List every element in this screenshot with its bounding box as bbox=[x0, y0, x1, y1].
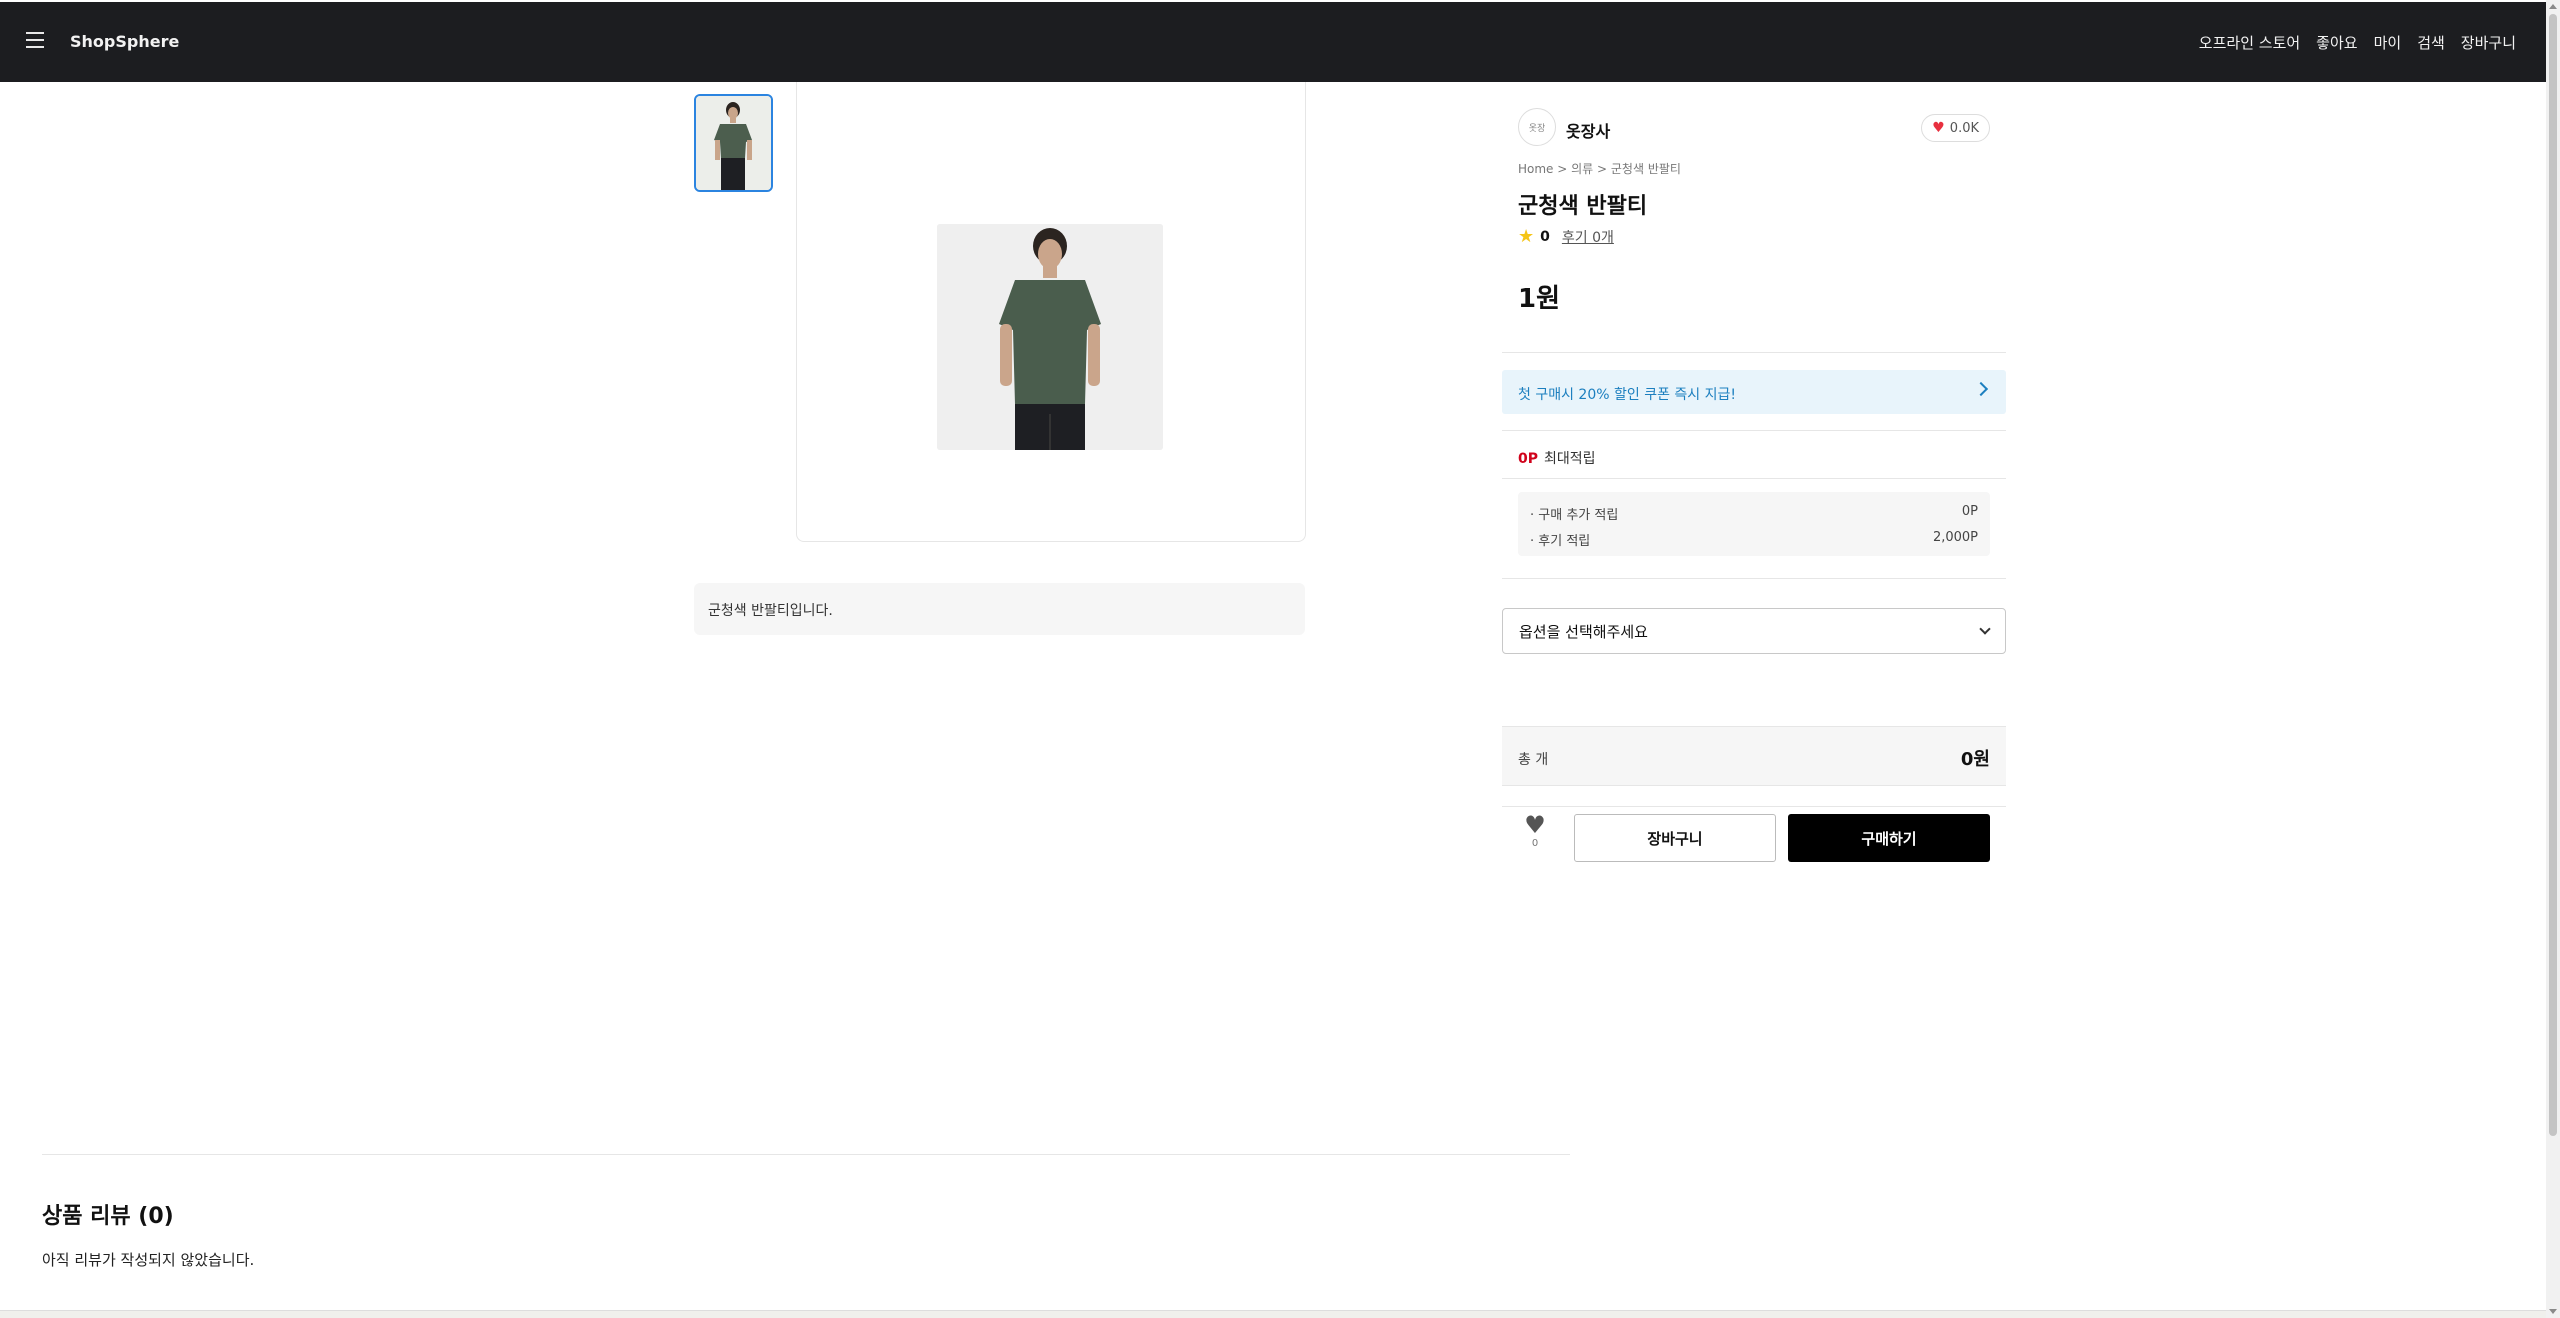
vertical-scrollbar[interactable] bbox=[2546, 0, 2560, 1318]
like-button[interactable]: ♥ 0.0K bbox=[1921, 114, 1990, 142]
coupon-banner[interactable]: 첫 구매시 20% 할인 쿠폰 즉시 지급! bbox=[1502, 370, 2006, 414]
star-icon: ★ bbox=[1518, 226, 1535, 247]
option-select[interactable]: 옵션을 선택해주세요 bbox=[1502, 608, 2006, 654]
points-label: · 후기 적립 bbox=[1530, 534, 1591, 549]
like-count: 0.0K bbox=[1949, 120, 1979, 136]
points-detail-box: · 구매 추가 적립 0P · 후기 적립 2,000P bbox=[1518, 492, 1990, 556]
divider bbox=[1502, 578, 2006, 579]
heart-icon: ♥ bbox=[1932, 120, 1945, 136]
divider bbox=[1502, 352, 2006, 353]
top-navigation-bar: ShopSphere 오프라인 스토어 좋아요 마이 검색 장바구니 bbox=[0, 0, 2546, 82]
seller-name[interactable]: 옷장사 bbox=[1566, 118, 1610, 142]
wishlist-button[interactable]: ♥ 0 bbox=[1518, 812, 1552, 856]
main-image-frame bbox=[796, 82, 1306, 542]
coupon-text: 첫 구매시 20% 할인 쿠폰 즉시 지급! bbox=[1518, 387, 1736, 403]
product-description: 군청색 반팔티입니다. bbox=[694, 583, 1305, 635]
nav-link-offline-store[interactable]: 오프라인 스토어 bbox=[2199, 32, 2300, 53]
chevron-right-icon bbox=[1973, 381, 1989, 397]
heart-icon: ♥ bbox=[1524, 811, 1546, 839]
nav-link-my[interactable]: 마이 bbox=[2374, 32, 2402, 53]
product-thumbnail[interactable] bbox=[694, 94, 773, 192]
scroll-down-arrow-icon[interactable] bbox=[2549, 1309, 2557, 1314]
menu-icon[interactable] bbox=[26, 32, 44, 48]
product-title: 군청색 반팔티 bbox=[1518, 194, 1648, 219]
seller-logo[interactable]: 옷장 bbox=[1518, 108, 1556, 146]
total-count-label: 총 개 bbox=[1518, 752, 1549, 768]
max-points-row: 0P 최대적립 bbox=[1518, 448, 1596, 468]
points-label: · 구매 추가 적립 bbox=[1530, 508, 1619, 523]
scroll-thumb[interactable] bbox=[2549, 14, 2557, 1136]
review-count-link[interactable]: 후기 0개 bbox=[1562, 227, 1614, 247]
chevron-down-icon bbox=[1979, 623, 1991, 635]
option-select-value: 옵션을 선택해주세요 bbox=[1519, 622, 1648, 641]
add-to-cart-button[interactable]: 장바구니 bbox=[1574, 814, 1776, 862]
points-value: 2,000P bbox=[1932, 530, 1978, 545]
rating-value: 0 bbox=[1540, 228, 1550, 245]
points-value: 0P bbox=[1961, 504, 1978, 519]
product-price: 1원 bbox=[1518, 284, 1561, 314]
points-row-review: · 후기 적립 2,000P bbox=[1530, 530, 1978, 549]
site-logo[interactable]: ShopSphere bbox=[70, 32, 179, 51]
breadcrumb: Home > 의류 > 군청색 반팔티 bbox=[1518, 162, 1681, 176]
nav-link-search[interactable]: 검색 bbox=[2417, 32, 2445, 53]
reviews-heading: 상품 리뷰 (0) bbox=[42, 1204, 174, 1229]
divider bbox=[1502, 478, 2006, 479]
purchase-actions: ♥ 0 장바구니 구매하기 bbox=[1502, 806, 2006, 862]
nav-link-likes[interactable]: 좋아요 bbox=[2316, 32, 2357, 53]
max-points-value: 0P bbox=[1518, 451, 1539, 467]
buy-now-button[interactable]: 구매하기 bbox=[1788, 814, 1990, 862]
tshirt-model-image bbox=[937, 224, 1163, 450]
section-divider bbox=[42, 1154, 1570, 1155]
nav-link-cart[interactable]: 장바구니 bbox=[2461, 32, 2516, 53]
total-summary: 총 개 0원 bbox=[1502, 726, 2006, 786]
total-price: 0원 bbox=[1960, 749, 1990, 770]
tshirt-model-thumbnail-image bbox=[696, 96, 771, 190]
max-points-label: 최대적립 bbox=[1544, 451, 1596, 467]
reviews-empty-message: 아직 리뷰가 작성되지 않았습니다. bbox=[42, 1251, 255, 1269]
divider bbox=[1502, 430, 2006, 431]
points-row-purchase: · 구매 추가 적립 0P bbox=[1530, 504, 1978, 523]
scroll-up-arrow-icon[interactable] bbox=[2549, 4, 2557, 9]
wishlist-count: 0 bbox=[1531, 838, 1539, 849]
nav-links: 오프라인 스토어 좋아요 마이 검색 장바구니 bbox=[2199, 32, 2516, 53]
seller-row: 옷장 옷장사 ♥ 0.0K bbox=[1518, 108, 1990, 148]
rating-row: ★ 0 후기 0개 bbox=[1518, 226, 1614, 247]
page-bottom-edge bbox=[0, 1310, 2546, 1318]
main-product-image[interactable] bbox=[937, 224, 1163, 450]
